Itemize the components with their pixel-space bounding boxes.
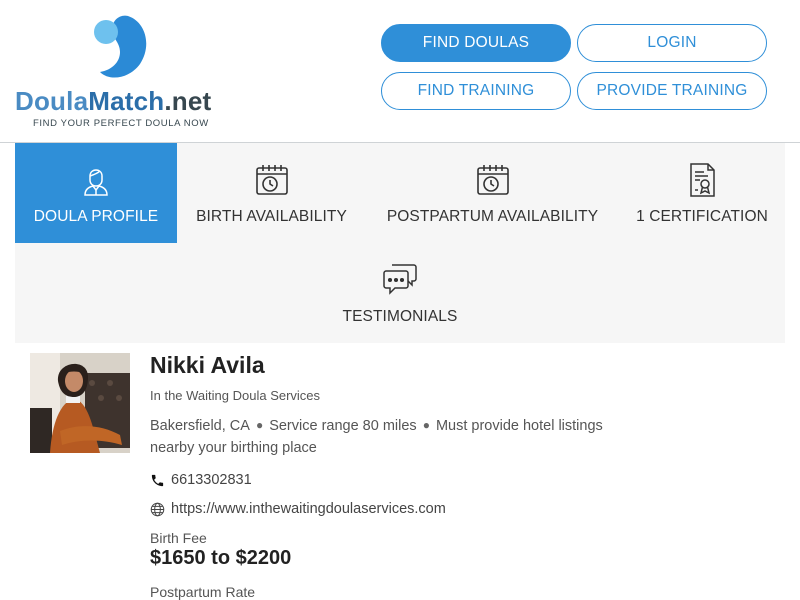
hotel-note: Must provide hotel listings: [435, 418, 603, 434]
website-link[interactable]: https://www.inthewaitingdoulaservices.co…: [171, 501, 446, 517]
tab-label: 1 CERTIFICATION: [636, 208, 768, 225]
login-button[interactable]: LOGIN: [577, 24, 767, 62]
provide-training-button[interactable]: PROVIDE TRAINING: [577, 72, 767, 110]
website-row[interactable]: https://www.inthewaitingdoulaservices.co…: [150, 501, 446, 517]
phone-row[interactable]: 6613302831: [150, 472, 252, 488]
calendar-clock-icon: [255, 165, 288, 195]
tab-label: TESTIMONIALS: [342, 308, 458, 325]
tab-label: POSTPARTUM AVAILABILITY: [386, 208, 599, 225]
doula-name: Nikki Avila: [150, 352, 265, 378]
globe-icon: [150, 502, 165, 516]
bullet-separator: ●: [422, 418, 430, 432]
site-header: DoulaMatch.net FIND YOUR PERFECT DOULA N…: [0, 0, 800, 143]
profile-tabs: DOULA PROFILE BIRTH AVAILABILITY POSTPAR…: [15, 143, 785, 343]
business-name: In the Waiting Doula Services: [150, 388, 321, 403]
find-doulas-button[interactable]: FIND DOULAS: [381, 24, 571, 62]
profile-meta: Bakersfield, CA ● Service range 80 miles ● M…: [150, 415, 650, 459]
calendar-clock-icon: [476, 165, 509, 195]
certificate-icon: [690, 163, 715, 197]
phone-icon: [151, 474, 164, 486]
tab-doula-profile[interactable]: DOULA PROFILE: [15, 143, 177, 243]
site-logo[interactable]: DoulaMatch.net FIND YOUR PERFECT DOULA N…: [15, 10, 220, 130]
location: Bakersfield, CA: [150, 418, 250, 434]
service-range: Service range 80 miles: [269, 418, 417, 434]
tab-label: BIRTH AVAILABILITY: [196, 208, 347, 225]
tab-testimonials[interactable]: TESTIMONIALS: [300, 243, 500, 343]
tab-certification[interactable]: 1 CERTIFICATION: [619, 143, 785, 243]
postpartum-rate-label: Postpartum Rate: [150, 584, 256, 600]
logo-tagline: FIND YOUR PERFECT DOULA NOW: [33, 118, 209, 129]
tab-birth-availability[interactable]: BIRTH AVAILABILITY: [177, 143, 366, 243]
bullet-separator: ●: [255, 418, 264, 432]
logo-wordmark: DoulaMatch.net: [15, 86, 212, 116]
hotel-note-cont: nearby your birthing place: [150, 440, 317, 456]
logo-mark-icon: [94, 15, 147, 78]
birth-fee-value: $1650 to $2200: [150, 547, 292, 569]
profile-photo: [30, 353, 130, 453]
chat-bubbles-icon: [383, 264, 417, 295]
tab-label: DOULA PROFILE: [33, 208, 159, 225]
find-training-button[interactable]: FIND TRAINING: [381, 72, 571, 110]
doula-person-icon: [84, 169, 108, 196]
profile-photo-image: [30, 353, 130, 453]
tab-postpartum-availability[interactable]: POSTPARTUM AVAILABILITY: [366, 143, 619, 243]
birth-fee-label: Birth Fee: [150, 530, 207, 546]
phone-number[interactable]: 6613302831: [171, 472, 252, 488]
